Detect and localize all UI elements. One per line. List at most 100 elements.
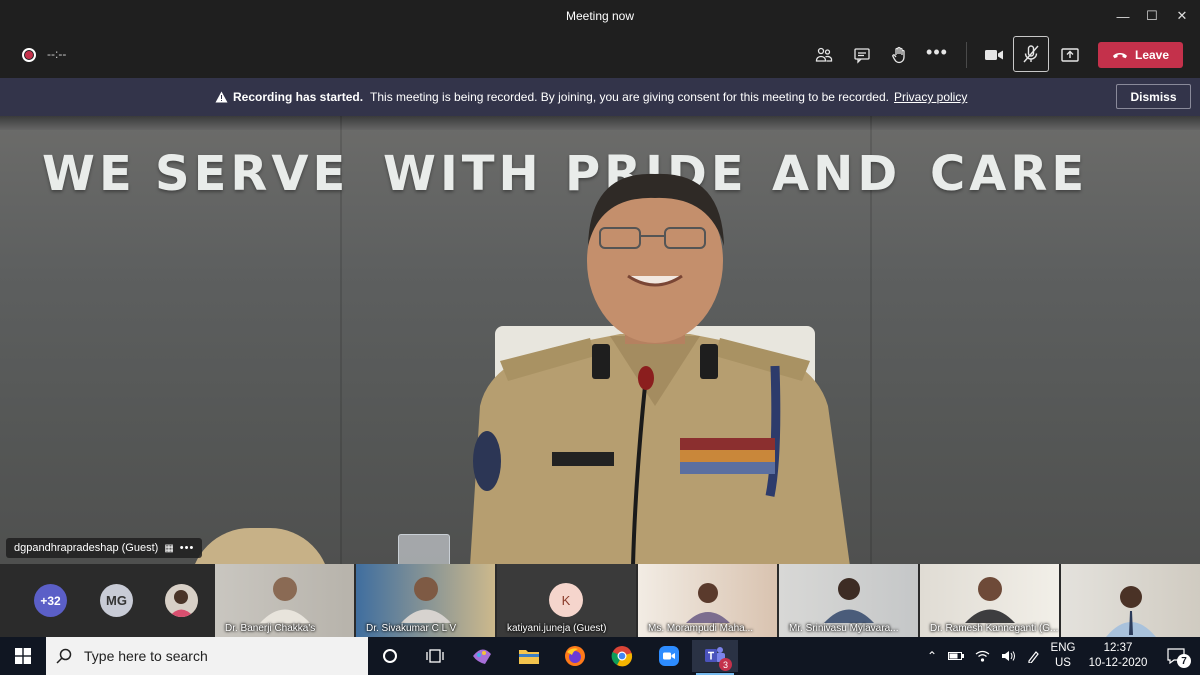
taskbar-app-file-explorer[interactable] (506, 640, 552, 672)
teams-meeting-window: Meeting now — ☐ ✕ --:-- ••• Leave Record… (0, 0, 1200, 675)
more-options-button[interactable]: ••• (920, 38, 954, 72)
raise-hand-icon (892, 46, 905, 64)
participant-avatar[interactable]: MG (100, 584, 133, 617)
action-center-button[interactable]: 7 (1153, 640, 1199, 672)
start-button[interactable] (0, 637, 46, 675)
chat-button[interactable] (845, 38, 879, 72)
language-code: ENG (1050, 642, 1076, 654)
taskbar-app-snip[interactable] (459, 640, 505, 672)
meeting-timer: --:-- (47, 47, 67, 61)
pen-icon[interactable] (1027, 650, 1040, 663)
participant-name: Dr. Sivakumar C L V (366, 623, 457, 634)
battery-icon[interactable] (948, 651, 965, 661)
recording-indicator-icon (22, 48, 36, 62)
speaker-name-tag: dgpandhrapradeshap (Guest) ▦ ••• (6, 538, 203, 558)
share-screen-icon (1061, 48, 1079, 62)
toolbar-divider (966, 42, 967, 68)
participant-initial-avatar: K (549, 583, 583, 617)
camera-button[interactable] (977, 38, 1011, 72)
slogan-word: CARE (930, 146, 1089, 202)
participant-video (685, 583, 730, 623)
participant-video (823, 578, 874, 623)
mic-toggle-button[interactable] (1013, 36, 1049, 72)
firefox-icon (565, 646, 585, 666)
slogan-word: WE (42, 146, 136, 202)
pin-icon[interactable]: ▦ (164, 543, 173, 554)
title-bar: Meeting now — ☐ ✕ (0, 0, 1200, 32)
participant-name: Dr. Ramesh Kanneganti (G... (930, 623, 1059, 634)
participant-tile[interactable]: Dr. Sivakumar C L V (356, 564, 495, 637)
taskbar-app-zoom[interactable] (646, 640, 692, 672)
windows-taskbar: Type here to search 3 ⌃ ENG US 12:37 10-… (0, 637, 1200, 675)
window-title: Meeting now (565, 9, 635, 23)
speaker-name: dgpandhrapradeshap (Guest) (14, 542, 159, 554)
chat-icon (854, 48, 870, 64)
folder-icon (519, 650, 539, 664)
more-icon[interactable]: ••• (180, 542, 195, 554)
taskbar-app-chrome[interactable] (599, 640, 645, 672)
participant-tile[interactable]: Dr. Ramesh Kanneganti (G... (920, 564, 1059, 637)
share-screen-button[interactable] (1053, 38, 1087, 72)
leave-label: Leave (1134, 48, 1170, 62)
participant-tile[interactable]: Dr. Banerji Chakka's (215, 564, 354, 637)
camera-icon (985, 50, 1003, 60)
recording-message: Recording has started. This meeting is b… (215, 90, 967, 104)
leave-button[interactable]: Leave (1098, 42, 1183, 68)
more-icon: ••• (926, 41, 948, 62)
speaker-video (470, 173, 850, 564)
user-photo-icon (165, 584, 198, 617)
clock-date: 10-12-2020 (1088, 657, 1148, 669)
mic-muted-icon (1023, 45, 1039, 63)
close-icon[interactable]: ✕ (1164, 0, 1200, 32)
chevron-up-icon[interactable]: ⌃ (927, 649, 937, 663)
taskbar-clock[interactable]: 12:37 10-12-2020 (1088, 641, 1148, 671)
cortana-icon (383, 649, 397, 663)
participants-button[interactable] (807, 38, 841, 72)
taskbar-search-box[interactable]: Type here to search (46, 637, 368, 675)
notification-count: 7 (1177, 654, 1191, 668)
system-tray: ⌃ (927, 637, 1040, 675)
taskbar-app-firefox[interactable] (552, 640, 598, 672)
participant-video (400, 577, 451, 623)
participant-name: Mr. Srinivasu Mylavara... (789, 623, 899, 634)
input-language[interactable]: ENG US (1048, 641, 1078, 671)
overflow-participants-button[interactable]: +32 (34, 584, 67, 617)
officer-cap (190, 528, 330, 564)
participant-strip: +32 MG Dr. Banerji Chakka's Dr. Sivakuma… (0, 564, 1200, 637)
recording-title: Recording has started. (233, 90, 364, 104)
clock-time: 12:37 (1103, 642, 1133, 654)
slogan-word: SERVE (155, 146, 350, 202)
zoom-icon (659, 646, 679, 666)
participant-video (259, 577, 310, 623)
participant-video (964, 577, 1015, 623)
participants-icon (815, 47, 833, 62)
wifi-icon[interactable] (975, 650, 990, 662)
dismiss-button[interactable]: Dismiss (1116, 84, 1191, 109)
participant-tile[interactable] (1061, 564, 1200, 637)
recording-banner: Recording has started. This meeting is b… (0, 78, 1200, 116)
participant-tile[interactable]: Mr. Srinivasu Mylavara... (779, 564, 918, 637)
chrome-icon (611, 646, 633, 667)
participant-tile[interactable]: K katiyani.juneja (Guest) (497, 564, 636, 637)
raise-hand-button[interactable] (882, 38, 916, 72)
snip-sketch-icon (473, 649, 491, 664)
main-video: WE SERVE WITH PRIDE AND CARE (0, 116, 1200, 564)
windows-logo-icon (15, 648, 31, 664)
water-glass (398, 534, 450, 564)
task-view-button[interactable] (412, 640, 458, 672)
cortana-button[interactable] (367, 640, 413, 672)
task-view-icon (426, 649, 444, 663)
wall-ceiling (0, 116, 1200, 130)
participant-tile[interactable]: Ms. Morampudi Maha... (638, 564, 777, 637)
region-code: US (1055, 657, 1071, 669)
volume-icon[interactable] (1001, 650, 1016, 662)
taskbar-app-teams[interactable]: 3 (692, 640, 738, 675)
privacy-policy-link[interactable]: Privacy policy (894, 90, 967, 104)
teams-notification-badge: 3 (719, 658, 732, 671)
participant-name: katiyani.juneja (Guest) (507, 623, 607, 634)
recording-consent-text: This meeting is being recorded. By joini… (370, 90, 889, 104)
participant-name: Ms. Morampudi Maha... (648, 623, 754, 634)
participant-photo-avatar[interactable] (165, 584, 198, 617)
search-placeholder: Type here to search (84, 648, 208, 664)
participant-name: Dr. Banerji Chakka's (225, 623, 316, 634)
